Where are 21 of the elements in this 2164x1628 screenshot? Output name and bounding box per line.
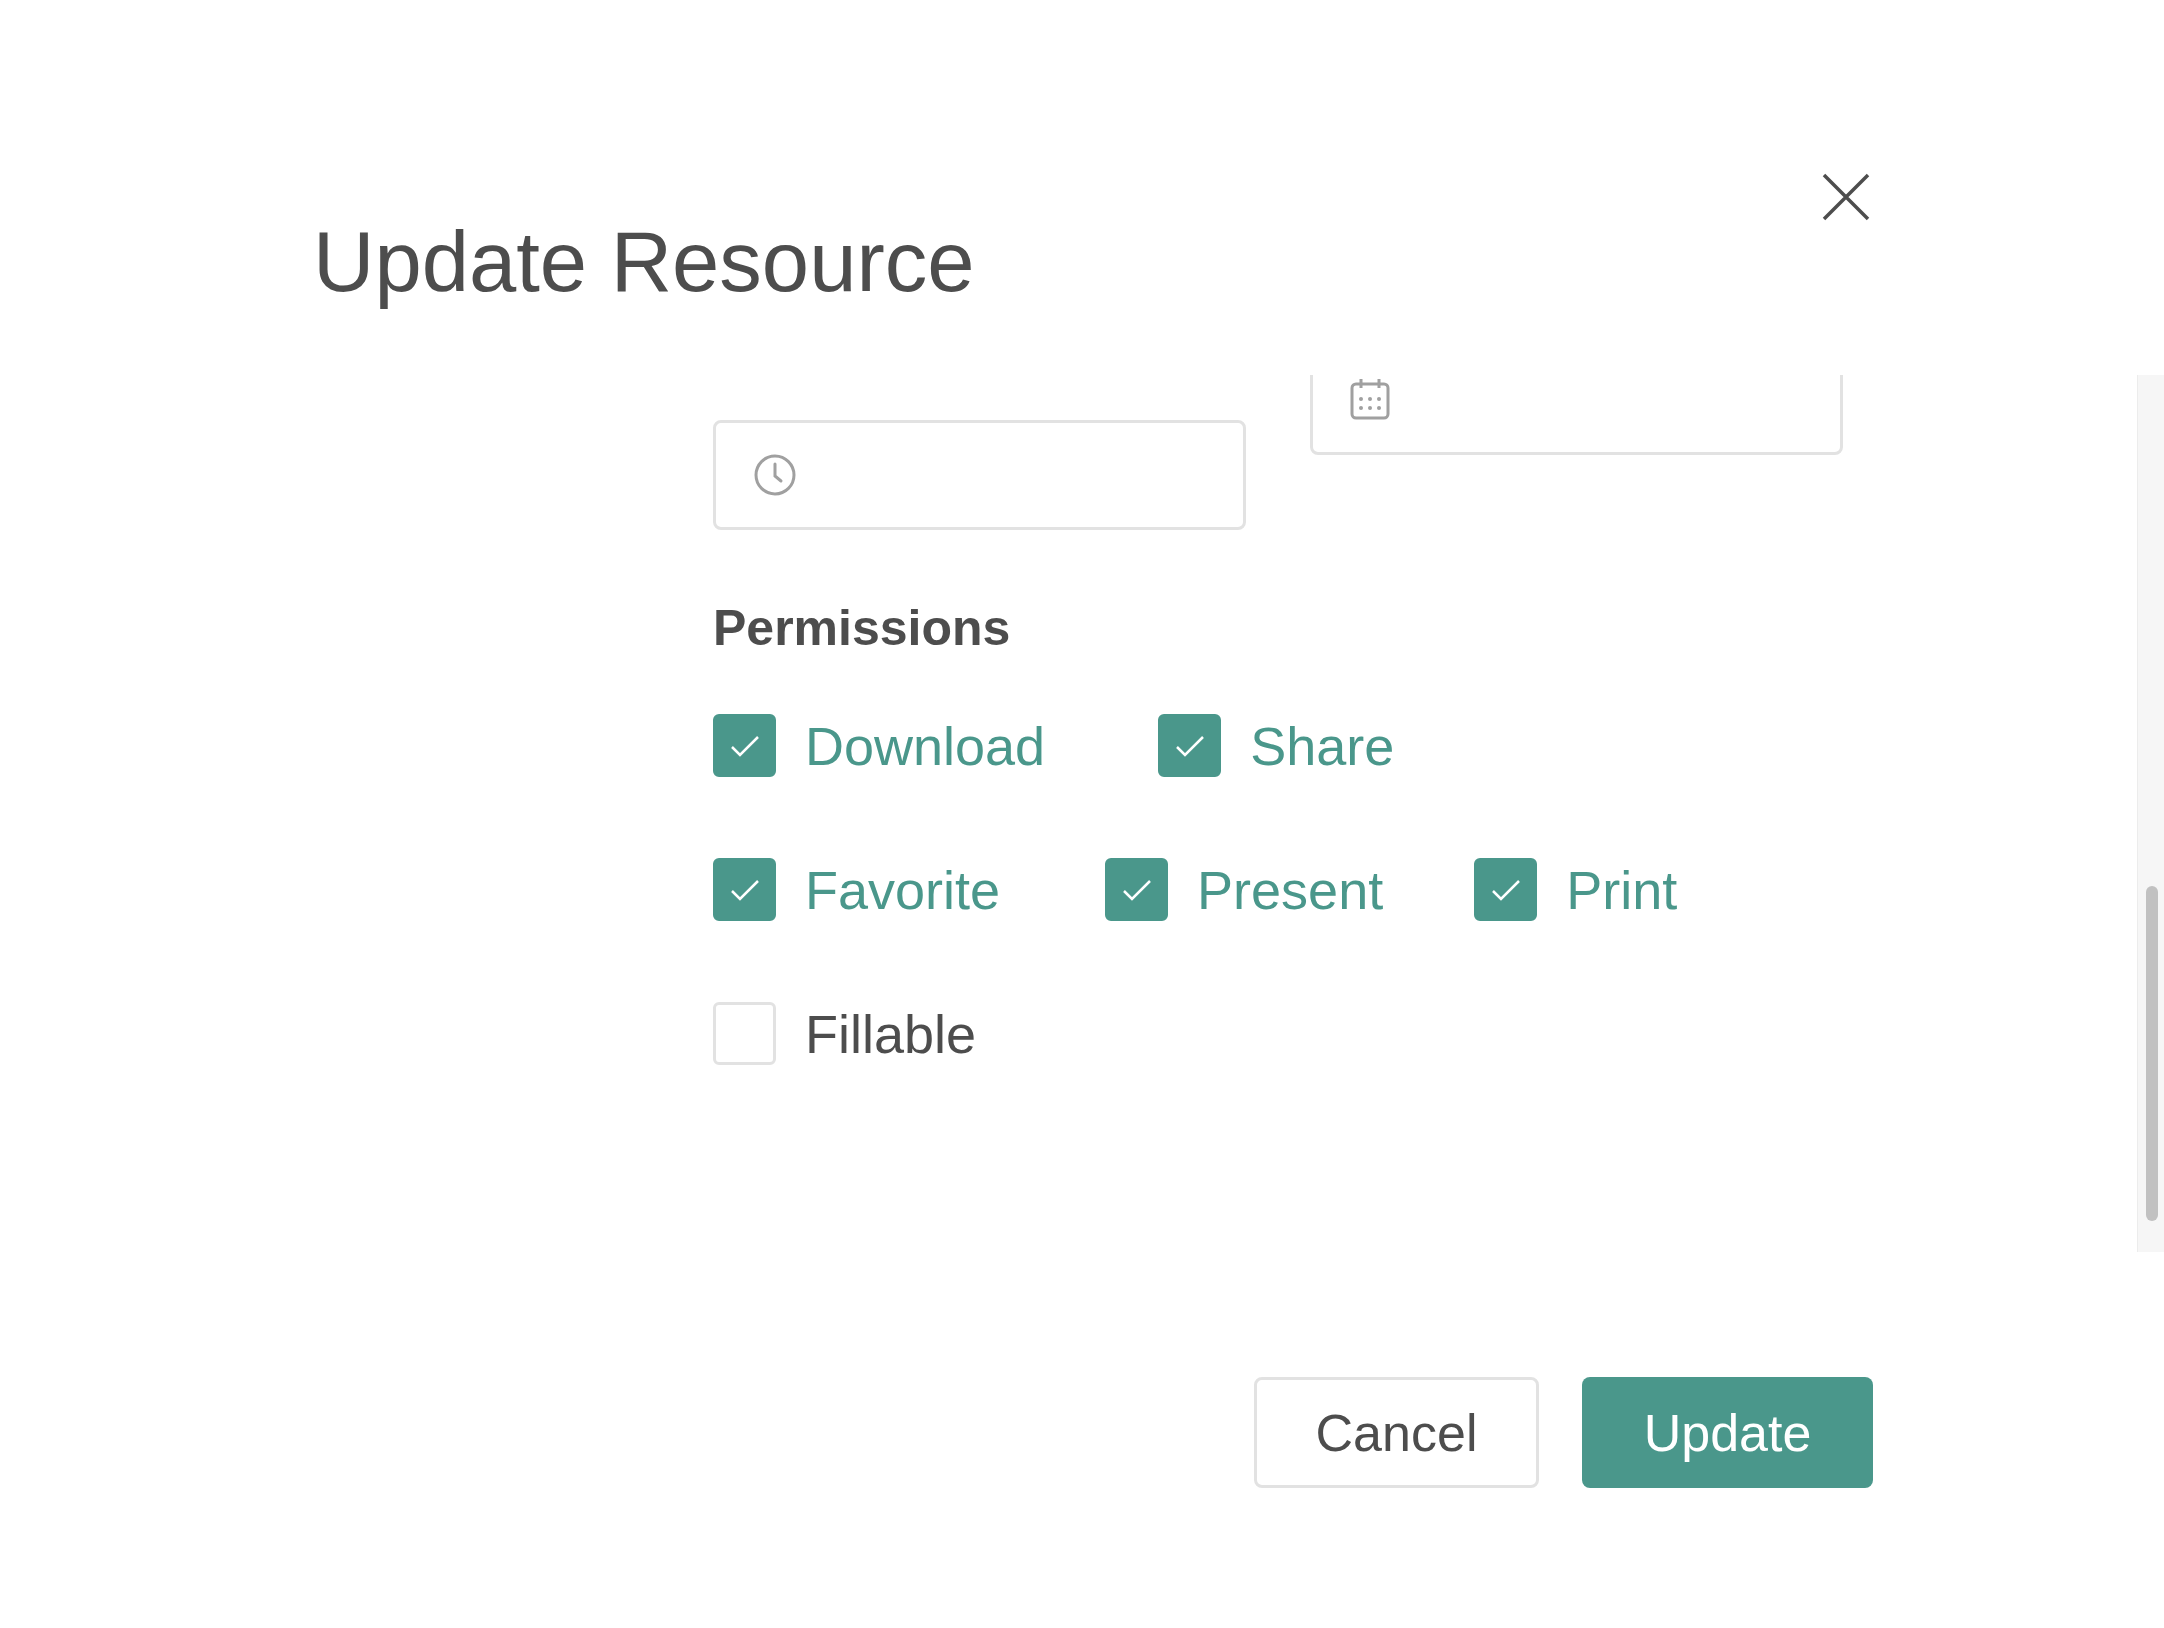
clock-icon [753, 453, 797, 497]
checkbox[interactable] [713, 858, 776, 921]
update-button[interactable]: Update [1582, 1377, 1873, 1488]
section-heading: Permissions [713, 599, 1011, 658]
checkbox-label[interactable]: Share [1250, 714, 1395, 777]
checkbox-label[interactable]: Present [1197, 858, 1384, 921]
checkbox[interactable] [1105, 858, 1169, 921]
checkbox[interactable] [1158, 714, 1222, 777]
calendar-icon [1350, 378, 1390, 420]
dialog-title: Update Resource [313, 215, 975, 309]
checkbox-label[interactable]: Favorite [805, 858, 1001, 921]
checkbox-label[interactable]: Fillable [805, 1002, 977, 1065]
cancel-button[interactable]: Cancel [1254, 1377, 1539, 1488]
scrollbar[interactable] [2137, 375, 2164, 1252]
checkbox[interactable] [1474, 858, 1538, 921]
input-field[interactable] [1310, 375, 1843, 455]
input-field[interactable] [713, 420, 1246, 530]
checkbox-label[interactable]: Print [1566, 858, 1678, 921]
checkbox[interactable] [713, 714, 776, 777]
close-icon[interactable] [1822, 173, 1870, 221]
checkbox-label[interactable]: Download [805, 714, 1046, 777]
